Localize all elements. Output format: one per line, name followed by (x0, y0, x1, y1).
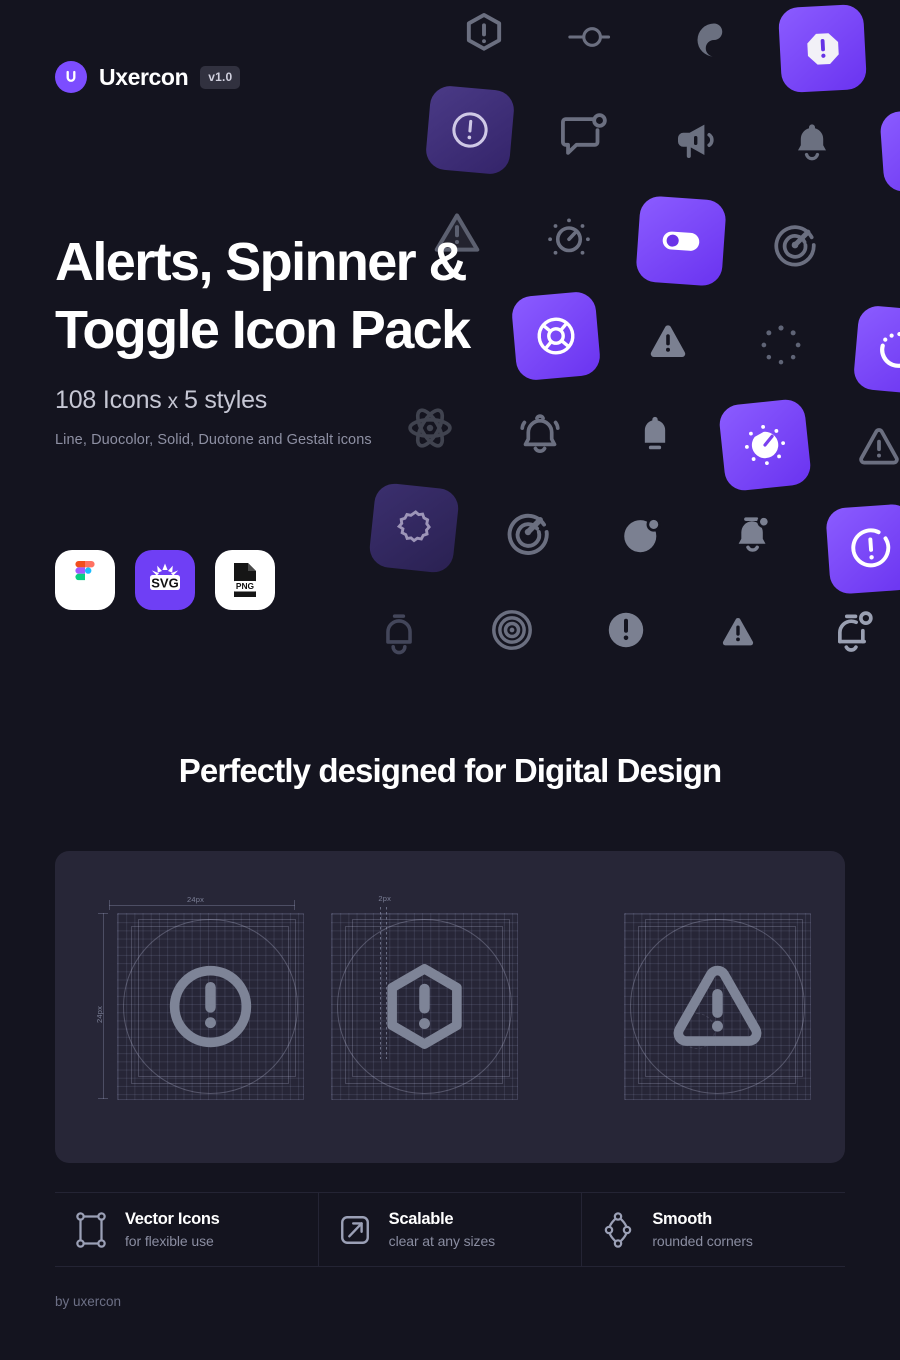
spinner-dots-line-icon (754, 318, 808, 372)
feature-subtitle: rounded corners (652, 1233, 753, 1249)
alert-triangle-solid-icon (644, 318, 692, 366)
feature-title: Vector Icons (125, 1210, 220, 1228)
bell-ring-line-icon (514, 406, 566, 458)
icon-count: 108 Icons (55, 386, 162, 414)
blueprint-width-label: 24px (187, 895, 205, 904)
alert-hexagon-line-icon (458, 8, 510, 60)
styles-description: Line, Duocolor, Solid, Duotone and Gesta… (55, 432, 372, 448)
feature-vector-icons: Vector Icons for flexible use (55, 1193, 319, 1266)
feature-subtitle: for flexible use (125, 1233, 214, 1249)
blueprint-showcase-panel: 24px 24px 2px (55, 851, 845, 1163)
brand-header[interactable]: Uxercon v1.0 (55, 61, 241, 93)
blueprint-alert-triangle (582, 851, 845, 1163)
footer-credit: by uxercon (55, 1294, 122, 1309)
megaphone-solid-icon (670, 116, 722, 164)
format-badge-svg[interactable]: SVG (135, 550, 195, 610)
blueprint-stroke-label: 2px (378, 894, 392, 903)
hero-copy: Alerts, Spinner & Toggle Icon Pack 108 I… (55, 228, 471, 448)
target-arrow-line-icon (770, 220, 820, 270)
multiplier-symbol: x (167, 390, 179, 413)
blueprint-alert-circle: 24px 24px (55, 851, 318, 1163)
feature-title: Scalable (388, 1210, 454, 1228)
format-badge-figma[interactable] (55, 550, 115, 610)
feature-title: Smooth (652, 1210, 712, 1228)
page-title: Alerts, Spinner & Toggle Icon Pack (55, 232, 471, 360)
icon-count-line: 108 Icons x 5 styles (55, 386, 470, 415)
features-strip: Vector Icons for flexible use Scalable c… (55, 1192, 845, 1267)
spinner-half-solid-icon (692, 18, 736, 62)
png-file-icon: PNG (233, 563, 257, 597)
feature-smooth: Smooth rounded corners (582, 1193, 845, 1266)
alert-triangle-blueprint-icon (665, 954, 770, 1064)
version-badge: v1.0 (200, 65, 241, 89)
spinner-dots-dial-line-icon (542, 210, 596, 264)
spinner-pie-solid-icon (616, 508, 668, 560)
format-badge-png[interactable]: PNG (215, 550, 275, 610)
svg-file-icon: SVG (150, 563, 180, 590)
smooth-nodes-icon (600, 1210, 636, 1250)
bell-solid-icon (788, 118, 836, 166)
target-arrow-duotone-icon (502, 506, 554, 558)
blueprint-height-label: 24px (95, 1005, 104, 1023)
blueprint-alert-hexagon: 2px (318, 851, 581, 1163)
svg-text:PNG: PNG (236, 581, 254, 591)
uxercon-u-logo-icon (55, 61, 87, 93)
section-title: Perfectly designed for Digital Design (178, 752, 722, 789)
brand-name: Uxercon (99, 63, 189, 90)
target-rings-line-icon (486, 604, 538, 656)
style-count: 5 styles (183, 386, 268, 414)
figma-icon (75, 561, 95, 581)
expand-arrow-icon (337, 1210, 373, 1250)
bell-line-icon (374, 608, 424, 658)
chat-notification-line-icon (554, 110, 612, 164)
feature-subtitle: clear at any sizes (388, 1233, 496, 1249)
icon-pack-promo-page: Uxercon v1.0 Alerts, Spinner & Toggle Ic… (0, 0, 900, 1360)
bell-badge-solid-icon (728, 510, 778, 560)
svg-text:SVG: SVG (151, 575, 178, 590)
bell-solid-alt-icon (632, 410, 678, 456)
feature-scalable: Scalable clear at any sizes (319, 1193, 583, 1266)
alert-hexagon-blueprint-icon (372, 954, 477, 1064)
vector-nodes-icon (73, 1210, 109, 1250)
alert-circle-solid-icon (602, 606, 650, 654)
hero-section: Uxercon v1.0 Alerts, Spinner & Toggle Ic… (0, 0, 900, 720)
bell-notify-line-icon (826, 606, 878, 658)
alert-triangle-line-icon (854, 422, 900, 472)
toggle-off-line-icon (566, 20, 624, 54)
alert-triangle-small-icon (714, 608, 762, 656)
format-badges: SVG PNG (55, 550, 275, 610)
alert-circle-blueprint-icon (158, 954, 263, 1064)
